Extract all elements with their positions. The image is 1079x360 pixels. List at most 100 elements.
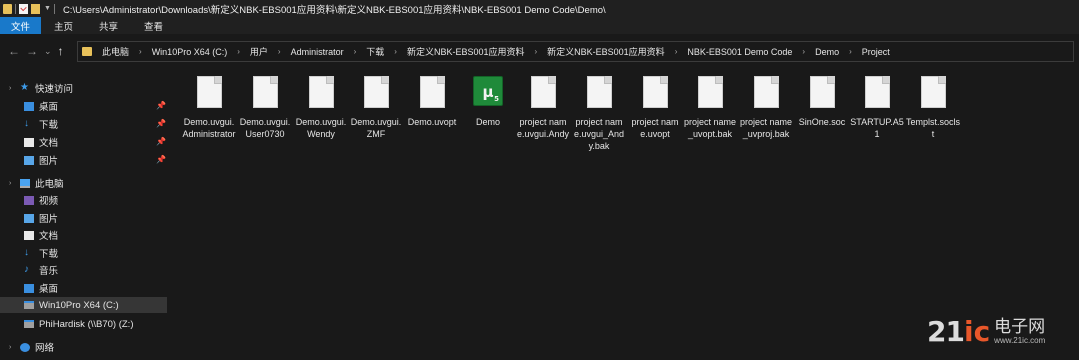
file-item[interactable]: STARTUP.A51 (849, 76, 905, 140)
customize-toolbar-chevron-icon[interactable]: ▼ (44, 5, 51, 12)
toolbar-divider (15, 3, 16, 14)
file-item[interactable]: project name_uvopt.bak (682, 76, 738, 140)
nav-quick-documents[interactable]: 文档 (24, 134, 58, 150)
nav-quick-downloads[interactable]: ↓ 下载 (24, 116, 58, 132)
nav-label: 视频 (39, 196, 59, 207)
folder-icon (3, 3, 12, 14)
file-name: Demo.uvgui.Wendy (295, 117, 347, 139)
nav-pc-pictures[interactable]: 图片 (24, 210, 58, 226)
file-item[interactable]: Demo.uvgui.User0730 (237, 76, 293, 140)
nav-network[interactable]: › 网络 (0, 339, 167, 355)
breadcrumb-drive-c[interactable]: Win10Pro X64 (C:) (150, 47, 230, 57)
nav-label: 音乐 (39, 266, 59, 277)
breadcrumb-chevron-icon[interactable]: › (131, 47, 150, 56)
file-name: project name.uvopt (631, 117, 679, 139)
file-item[interactable]: SinOne.soc (794, 76, 850, 128)
properties-check-icon[interactable] (19, 3, 28, 14)
file-name: Templst.soclst (906, 117, 961, 139)
breadcrumb-chevron-icon[interactable]: › (229, 47, 248, 56)
nav-pc-music[interactable]: ♪ 音乐 (24, 262, 58, 278)
file-item[interactable]: µ 5 Demo (460, 76, 516, 128)
breadcrumb-chevron-icon[interactable]: › (346, 47, 365, 56)
generic-file-icon (363, 76, 389, 108)
nav-label: Win10Pro X64 (C:) (39, 299, 119, 311)
watermark-url: www.21ic.com (994, 336, 1046, 345)
picture-icon (24, 213, 34, 223)
quick-access-toolbar: ▼ (3, 3, 55, 14)
nav-pc-desktop[interactable]: 桌面 (24, 280, 58, 296)
file-item[interactable]: project name.uvopt (627, 76, 683, 140)
breadcrumb-this-pc[interactable]: 此电脑 (100, 45, 131, 58)
up-arrow-icon[interactable]: ↑ (58, 44, 64, 58)
tab-share[interactable]: 共享 (86, 17, 131, 34)
pin-icon: 📌 (156, 101, 166, 110)
nav-label: 网络 (35, 343, 55, 354)
navigation-row: ← → ⌄ ↑ 此电脑 › Win10Pro X64 (C:) › 用户 › A… (0, 34, 1079, 68)
pin-icon: 📌 (156, 119, 166, 128)
uvision-version: 5 (494, 95, 499, 103)
desktop-icon (24, 283, 34, 293)
watermark-logo: 21 ic 电子网 www.21ic.com (927, 318, 1045, 346)
forward-arrow-icon[interactable]: → (26, 44, 38, 58)
breadcrumb-users[interactable]: 用户 (248, 45, 270, 58)
breadcrumb-administrator[interactable]: Administrator (289, 47, 346, 57)
file-item[interactable]: Demo.uvgui.Administrator (181, 76, 237, 140)
expand-chevron-icon[interactable]: › (9, 344, 11, 351)
file-name: STARTUP.A51 (850, 117, 904, 139)
file-item[interactable]: project name_uvproj.bak (738, 76, 794, 140)
new-folder-icon[interactable] (31, 3, 40, 14)
tab-file[interactable]: 文件 (0, 17, 42, 34)
address-bar[interactable]: 此电脑 › Win10Pro X64 (C:) › 用户 › Administr… (77, 41, 1074, 62)
file-name: project name_uvproj.bak (739, 117, 793, 139)
breadcrumb-chevron-icon[interactable]: › (667, 47, 686, 56)
breadcrumb-demo[interactable]: Demo (813, 47, 841, 57)
breadcrumb-demo-code[interactable]: NBK-EBS001 Demo Code (685, 47, 794, 57)
picture-icon (24, 155, 34, 165)
expand-chevron-icon[interactable]: › (9, 180, 11, 187)
nav-label: 下载 (39, 249, 59, 260)
breadcrumb-chevron-icon[interactable]: › (270, 47, 289, 56)
desktop-icon (24, 101, 34, 111)
music-note-icon: ♪ (24, 264, 29, 275)
breadcrumb-chevron-icon[interactable]: › (841, 47, 860, 56)
nav-quick-desktop[interactable]: 桌面 (24, 98, 58, 114)
file-item[interactable]: Demo.uvgui.ZMF (348, 76, 404, 140)
breadcrumb-downloads[interactable]: 下载 (364, 45, 386, 58)
breadcrumb-nbk-docs-1[interactable]: 新定义NBK-EBS001应用资料 (405, 45, 527, 58)
nav-drive-c[interactable]: Win10Pro X64 (C:) (0, 297, 167, 313)
breadcrumb-chevron-icon[interactable]: › (794, 47, 813, 56)
nav-this-pc[interactable]: › 此电脑 (0, 175, 167, 191)
breadcrumb-chevron-icon[interactable]: › (386, 47, 405, 56)
file-name: Demo.uvopt (407, 117, 457, 127)
generic-file-icon (530, 76, 556, 108)
ribbon-tabs: 文件 主页 共享 查看 (0, 17, 1079, 34)
star-icon: ★ (20, 82, 29, 93)
tab-view[interactable]: 查看 (131, 17, 176, 34)
file-item[interactable]: Demo.uvgui.Wendy (293, 76, 349, 140)
file-item[interactable]: project name.uvgui_Andy.bak (571, 76, 627, 152)
breadcrumb-project[interactable]: Project (860, 47, 892, 57)
nav-pc-videos[interactable]: 视频 (24, 192, 58, 208)
file-item[interactable]: project name.uvgui.Andy (515, 76, 571, 140)
breadcrumb-chevron-icon[interactable]: › (526, 47, 545, 56)
file-item[interactable]: Templst.soclst (905, 76, 961, 140)
nav-pc-documents[interactable]: 文档 (24, 227, 58, 243)
nav-quick-access[interactable]: › ★ 快速访问 (0, 80, 167, 96)
nav-pc-downloads[interactable]: ↓ 下载 (24, 245, 58, 261)
video-icon (24, 195, 34, 205)
tab-home[interactable]: 主页 (41, 17, 86, 34)
computer-icon (20, 178, 30, 188)
network-drive-icon (24, 320, 34, 328)
file-item[interactable]: Demo.uvopt (404, 76, 460, 128)
generic-file-icon (809, 76, 835, 108)
file-name: Demo.uvgui.Administrator (182, 117, 236, 139)
nav-quick-pictures[interactable]: 图片 (24, 152, 58, 168)
uvision5-project-icon: µ 5 (473, 76, 503, 106)
pin-icon: 📌 (156, 155, 166, 164)
recent-locations-chevron-icon[interactable]: ⌄ (44, 46, 52, 57)
document-icon (24, 230, 34, 240)
nav-drive-z[interactable]: PhiHardisk (\\B70) (Z:) (24, 316, 134, 332)
breadcrumb-nbk-docs-2[interactable]: 新定义NBK-EBS001应用资料 (545, 45, 667, 58)
expand-chevron-icon[interactable]: › (9, 85, 11, 92)
back-arrow-icon[interactable]: ← (8, 44, 20, 58)
